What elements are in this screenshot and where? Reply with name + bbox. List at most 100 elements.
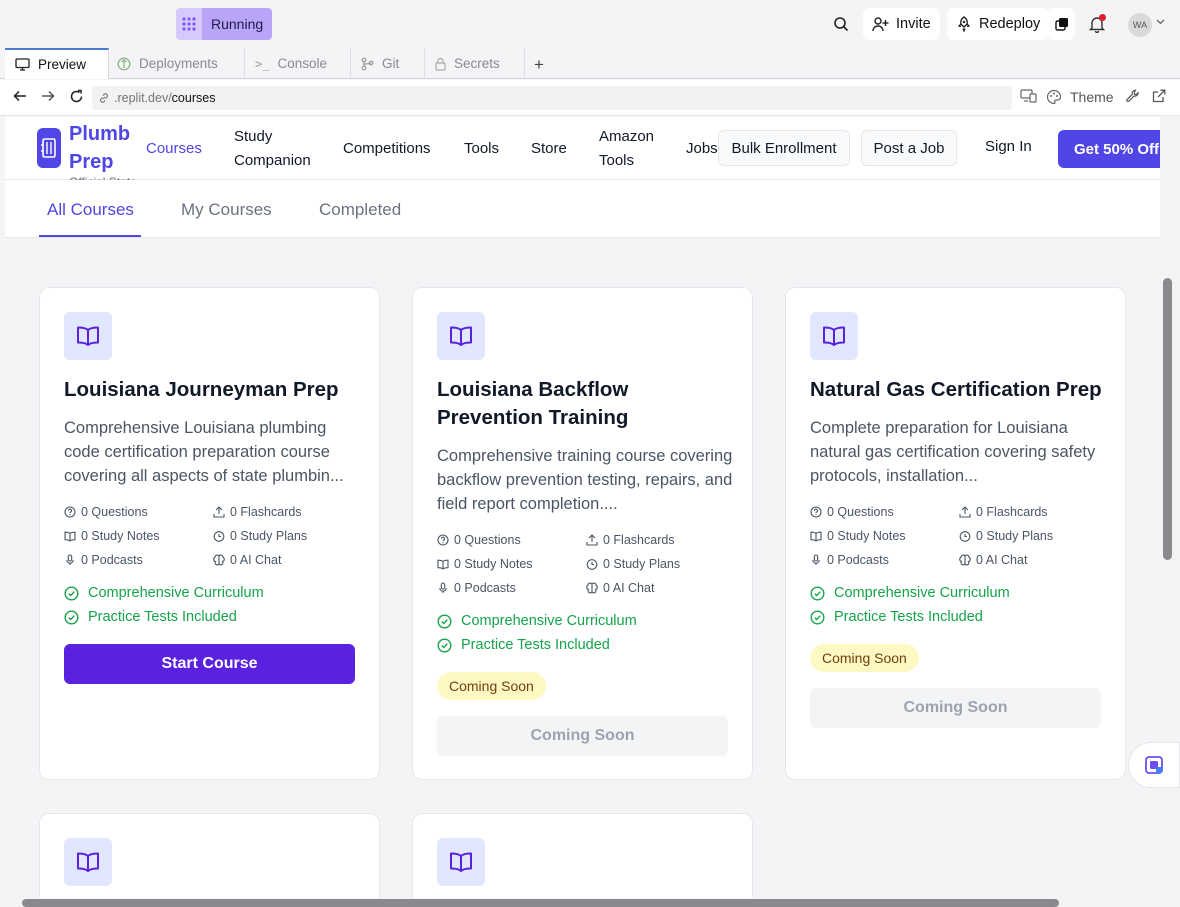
bulk-enrollment-button[interactable]: Bulk Enrollment — [718, 130, 850, 166]
site-header: Plumb Prep Official State Prep Course Co… — [5, 117, 1160, 205]
deployment-icon — [117, 57, 131, 71]
palette-icon — [1046, 89, 1062, 105]
tab-secrets[interactable]: Secrets — [425, 48, 525, 79]
help-circle-icon — [64, 506, 76, 518]
book-open-icon — [810, 312, 858, 360]
copy-icon — [1055, 17, 1069, 31]
tab-preview[interactable]: Preview — [5, 48, 109, 79]
tab-label: Secrets — [454, 56, 500, 71]
tab-all-courses[interactable]: All Courses — [47, 200, 134, 220]
book-open-icon — [64, 838, 112, 886]
course-card: Natural Gas Certification Prep Complete … — [785, 287, 1126, 780]
check-circle-icon — [810, 585, 825, 601]
tab-git[interactable]: Git — [351, 48, 425, 79]
devices-icon[interactable] — [1020, 89, 1037, 103]
nav-competitions[interactable]: Competitions — [343, 137, 431, 161]
external-link-icon[interactable] — [1152, 89, 1166, 103]
search-icon[interactable] — [829, 12, 853, 36]
upload-icon — [586, 534, 598, 546]
nav-store[interactable]: Store — [531, 137, 567, 161]
git-icon — [361, 57, 374, 71]
course-card — [412, 813, 753, 899]
chevron-down-icon[interactable] — [1156, 19, 1165, 25]
mic-icon — [810, 554, 822, 566]
theme-label: Theme — [1070, 89, 1114, 105]
brand-name[interactable]: Plumb Prep — [69, 120, 149, 176]
stat-questions: 0 Questions — [64, 503, 213, 521]
sign-in-link[interactable]: Sign In — [985, 138, 1032, 155]
nav-amazon-tools[interactable]: Amazon Tools — [599, 125, 667, 173]
add-tab-button[interactable]: + — [534, 55, 544, 75]
horizontal-scroll-thumb[interactable] — [22, 899, 1059, 907]
tab-label: Deployments — [139, 56, 218, 71]
stat-podcasts: 0 Podcasts — [64, 551, 213, 569]
check-circle-icon — [437, 637, 452, 653]
course-description: Complete preparation for Louisiana natur… — [810, 419, 1096, 485]
rocket-icon — [956, 16, 972, 32]
stat-ai-chat: 0 AI Chat — [586, 579, 735, 597]
upload-icon — [959, 506, 971, 518]
coming-soon-badge: Coming Soon — [437, 672, 546, 700]
check-circle-icon — [810, 609, 825, 625]
run-status[interactable]: Running — [176, 8, 273, 40]
invite-button[interactable]: Invite — [863, 8, 940, 40]
stat-ai-chat: 0 AI Chat — [213, 551, 362, 569]
nav-courses[interactable]: Courses — [146, 137, 202, 161]
nav-study-companion[interactable]: Study Companion — [234, 125, 324, 173]
avatar[interactable]: WA — [1128, 13, 1152, 37]
nav-jobs[interactable]: Jobs — [686, 137, 718, 161]
nav-tools[interactable]: Tools — [464, 137, 499, 161]
help-circle-icon — [810, 506, 822, 518]
vertical-scroll-thumb[interactable] — [1163, 278, 1172, 560]
stat-questions: 0 Questions — [437, 531, 586, 549]
timer-icon — [959, 530, 971, 542]
tab-my-courses[interactable]: My Courses — [181, 200, 272, 220]
brain-icon — [586, 582, 598, 594]
logo-icon[interactable] — [37, 128, 61, 168]
course-stats: 0 Questions 0 Flashcards 0 Study Notes 0… — [810, 503, 1110, 569]
book-open-icon — [437, 838, 485, 886]
check-circle-icon — [64, 585, 79, 601]
tab-deployments[interactable]: Deployments — [109, 48, 245, 79]
stat-flashcards: 0 Flashcards — [586, 531, 735, 549]
workspace-topbar: Running Invite Redeploy WA — [0, 0, 1180, 48]
wrench-icon[interactable] — [1126, 89, 1140, 103]
feature-item: Comprehensive Curriculum — [810, 585, 1010, 601]
url-field[interactable]: .replit.dev/courses — [92, 86, 1012, 110]
url-path: courses — [171, 91, 216, 105]
forward-icon[interactable] — [41, 89, 55, 103]
terminal-icon: >_ — [255, 56, 270, 71]
course-description: Comprehensive Louisiana plumbing code ce… — [64, 419, 344, 485]
stat-study-notes: 0 Study Notes — [64, 527, 213, 545]
address-bar: .replit.dev/courses Theme — [0, 80, 1180, 116]
notification-dot — [1099, 14, 1106, 21]
discount-cta-button[interactable]: Get 50% Off — [1058, 130, 1160, 168]
redeploy-button[interactable]: Redeploy — [947, 8, 1050, 40]
coming-soon-button[interactable]: Coming Soon — [810, 688, 1101, 728]
course-title: Louisiana Journeyman Prep — [64, 378, 339, 401]
run-grid-icon — [176, 8, 202, 40]
course-title: Louisiana Backflow Prevention Training — [437, 378, 629, 429]
stat-podcasts: 0 Podcasts — [810, 551, 959, 569]
book-open-icon — [437, 312, 485, 360]
tab-completed[interactable]: Completed — [319, 200, 401, 220]
help-circle-icon — [437, 534, 449, 546]
start-course-button[interactable]: Start Course — [64, 644, 355, 684]
course-stats: 0 Questions 0 Flashcards 0 Study Notes 0… — [64, 503, 364, 569]
back-icon[interactable] — [13, 89, 27, 103]
assistant-icon — [1144, 755, 1164, 775]
tab-console[interactable]: >_ Console — [245, 48, 351, 79]
timer-icon — [586, 558, 598, 570]
monitor-icon — [15, 58, 30, 71]
run-status-label: Running — [202, 8, 273, 40]
coming-soon-button[interactable]: Coming Soon — [437, 716, 728, 756]
assistant-widget-button[interactable] — [1128, 742, 1180, 788]
stat-flashcards: 0 Flashcards — [959, 503, 1108, 521]
theme-button[interactable]: Theme — [1046, 89, 1114, 105]
person-add-icon — [872, 16, 889, 32]
reload-icon[interactable] — [69, 89, 84, 104]
course-card: Louisiana Journeyman Prep Comprehensive … — [39, 287, 380, 780]
copy-button[interactable] — [1049, 8, 1075, 40]
stat-podcasts: 0 Podcasts — [437, 579, 586, 597]
post-job-button[interactable]: Post a Job — [861, 130, 957, 166]
